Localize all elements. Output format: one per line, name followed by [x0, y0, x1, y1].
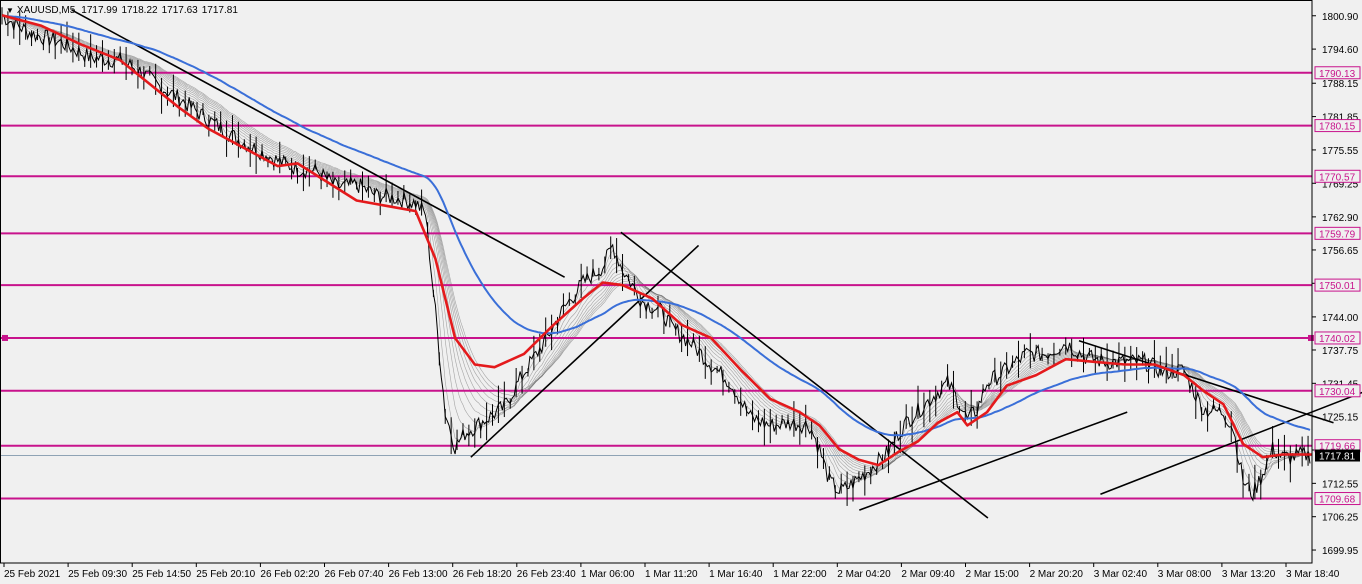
high-value: 1718.22	[121, 5, 158, 16]
x-tick-label: 26 Feb 07:40	[325, 569, 384, 580]
x-tick-label: 25 Feb 14:50	[132, 569, 191, 580]
level-label: 1780.15	[1319, 122, 1356, 133]
level-label: 1759.79	[1319, 229, 1356, 240]
level-labels: 1790.13 1780.15 1770.57 1759.79 1750.01 1740.…	[1314, 66, 1361, 506]
level-label: 1750.01	[1319, 281, 1356, 292]
x-tick-label: 26 Feb 02:20	[260, 569, 319, 580]
y-tick-label: 1737.75	[1322, 346, 1359, 357]
y-tick-label: 1794.60	[1322, 45, 1359, 56]
x-tick-label: 2 Mar 20:20	[1030, 569, 1084, 580]
symbol-dropdown-icon[interactable]: ▼	[6, 6, 14, 15]
y-tick-label: 1725.15	[1322, 413, 1359, 424]
x-tick-label: 3 Mar 13:20	[1222, 569, 1276, 580]
x-tick-label: 2 Mar 09:40	[901, 569, 955, 580]
x-tick-label: 25 Feb 20:10	[196, 569, 255, 580]
close-value: 1717.81	[201, 5, 238, 16]
y-tick-label: 1775.55	[1322, 146, 1359, 157]
x-tick-label: 26 Feb 23:40	[517, 569, 576, 580]
level-label: 1770.57	[1319, 172, 1356, 183]
y-tick-label: 1788.15	[1322, 79, 1359, 90]
x-tick-label: 3 Mar 18:40	[1286, 569, 1340, 580]
x-tick-label: 3 Mar 08:00	[1158, 569, 1212, 580]
current-price-label: 1717.81	[1319, 452, 1356, 463]
chart-background	[0, 0, 1362, 584]
y-tick-label: 1800.90	[1322, 12, 1359, 23]
level-label: 1790.13	[1319, 69, 1356, 80]
y-tick-label: 1756.65	[1322, 246, 1359, 257]
level-handle-left[interactable]	[2, 334, 8, 341]
open-value: 1717.99	[81, 5, 118, 16]
y-tick-label: 1762.90	[1322, 213, 1359, 224]
y-tick-label: 1706.25	[1322, 513, 1359, 524]
y-tick-label: 1744.00	[1322, 313, 1359, 324]
x-tick-label: 1 Mar 16:40	[709, 569, 763, 580]
x-tick-label: 2 Mar 15:00	[966, 569, 1020, 580]
level-label: 1730.04	[1319, 387, 1356, 398]
y-tick-label: 1712.55	[1322, 479, 1359, 490]
chart-header: ▼ XAUUSD,M5 1717.99 1718.22 1717.63 1717.81	[6, 5, 242, 16]
level-label: 1709.68	[1319, 495, 1356, 506]
low-value: 1717.63	[161, 5, 198, 16]
x-tick-label: 26 Feb 13:00	[389, 569, 448, 580]
x-tick-label: 2 Mar 04:20	[837, 569, 891, 580]
symbol-name: XAUUSD,M5	[16, 5, 76, 16]
y-tick-label: 1699.95	[1322, 546, 1359, 557]
x-tick-label: 1 Mar 11:20	[645, 569, 698, 580]
x-tick-label: 26 Feb 18:20	[453, 569, 512, 580]
x-tick-label: 1 Mar 22:00	[773, 569, 827, 580]
level-handle-right[interactable]	[1308, 334, 1314, 341]
x-tick-label: 1 Mar 06:00	[581, 569, 635, 580]
x-tick-label: 3 Mar 02:40	[1094, 569, 1148, 580]
price-chart[interactable]: 1800.901794.601788.151781.851775.551769.…	[0, 0, 1362, 584]
x-tick-label: 25 Feb 09:30	[68, 569, 127, 580]
level-label: 1740.02	[1319, 334, 1356, 345]
x-tick-label: 25 Feb 2021	[4, 569, 61, 580]
